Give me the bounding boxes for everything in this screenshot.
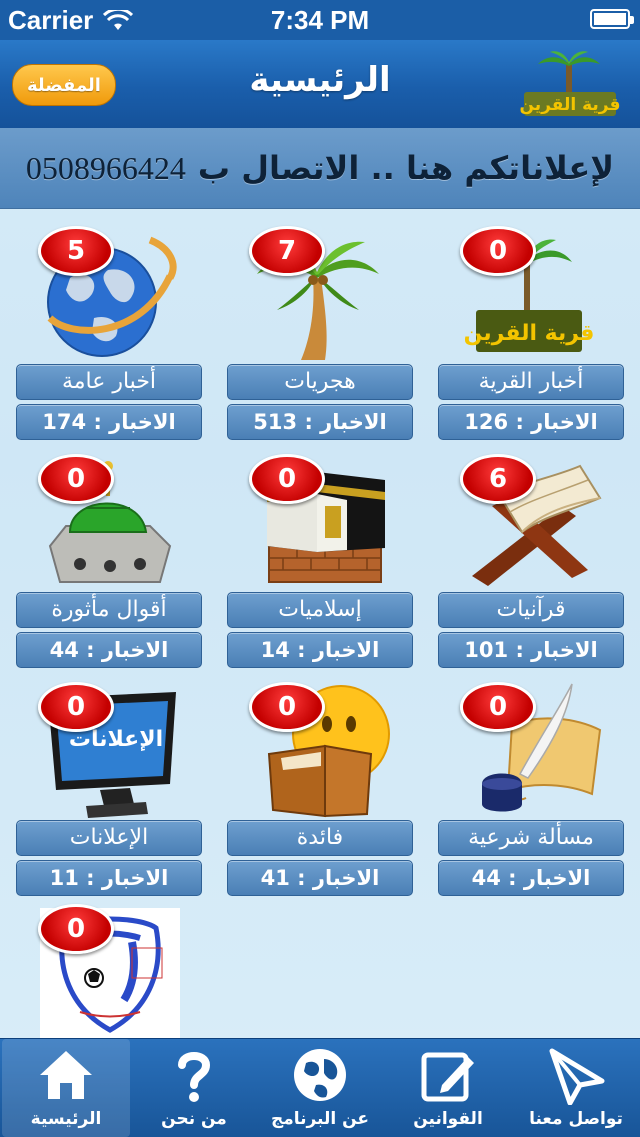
village-logo-text: قرية القرين	[464, 321, 595, 346]
tab-label: عن البرنامج	[270, 1109, 370, 1129]
edit-icon	[421, 1052, 474, 1102]
news-count: الاخبار : 41	[227, 860, 413, 896]
category-label: مسألة شرعية	[438, 820, 624, 856]
tab-bar: الرئيسية من نحن عن البرنامج القوانين توا…	[0, 1038, 640, 1137]
category-hijri[interactable]: 7 هجريات الاخبار : 513	[227, 208, 413, 440]
status-bar: Carrier 7:34 PM	[0, 0, 640, 40]
tab-about-app[interactable]: عن البرنامج	[256, 1039, 384, 1137]
category-benefit[interactable]: 0 فائدة الاخبار : 41	[227, 664, 413, 896]
clock: 7:34 PM	[270, 5, 370, 35]
battery-icon	[590, 9, 634, 29]
tab-home[interactable]: الرئيسية	[2, 1039, 130, 1137]
unread-badge: 7	[249, 226, 325, 276]
category-quran[interactable]: 6 قرآنيات الاخبار : 101	[438, 436, 624, 668]
unread-badge: 0	[249, 682, 325, 732]
news-count: الاخبار : 126	[438, 404, 624, 440]
globe-icon	[294, 1049, 346, 1101]
category-grid: 5 أخبار عامة الاخبار : 174 7 هجريات الاخ…	[0, 208, 640, 1038]
unread-badge: 0	[460, 226, 536, 276]
category-label: إسلاميات	[227, 592, 413, 628]
unread-badge: 5	[38, 226, 114, 276]
tab-label: القوانين	[413, 1109, 483, 1129]
news-count: الاخبار : 44	[16, 632, 202, 668]
home-icon	[40, 1051, 92, 1099]
tab-label: الرئيسية	[30, 1109, 102, 1129]
news-count: الاخبار : 174	[16, 404, 202, 440]
tab-contact[interactable]: تواصل معنا	[512, 1039, 640, 1137]
category-sayings[interactable]: 0 أقوال مأثورة الاخبار : 44	[16, 436, 202, 668]
category-label: أخبار عامة	[16, 364, 202, 400]
ad-banner[interactable]: 0508966424 لإعلاناتكم هنا .. الاتصال ب	[0, 128, 640, 209]
category-general-news[interactable]: 5 أخبار عامة الاخبار : 174	[16, 208, 202, 440]
category-label: أخبار القرية	[438, 364, 624, 400]
unread-badge: 0	[249, 454, 325, 504]
category-ads[interactable]: الإعلانات 0 الإعلانات الاخبار : 11	[16, 664, 202, 896]
ad-text: لإعلاناتكم هنا .. الاتصال ب	[197, 149, 615, 187]
category-islamic[interactable]: 0 إسلاميات الاخبار : 14	[227, 436, 413, 668]
news-count: الاخبار : 101	[438, 632, 624, 668]
category-label: الإعلانات	[16, 820, 202, 856]
logo-text: قرية القرين	[519, 95, 620, 115]
category-label: فائدة	[227, 820, 413, 856]
unread-badge: 0	[38, 682, 114, 732]
category-label: هجريات	[227, 364, 413, 400]
news-count: الاخبار : 14	[227, 632, 413, 668]
navigation-bar: المفضلة الرئيسية قرية القرين	[0, 40, 640, 129]
tab-label: من نحن	[161, 1109, 227, 1129]
category-fiqh-question[interactable]: 0 مسألة شرعية الاخبار : 44	[438, 664, 624, 896]
category-club[interactable]: 0	[24, 892, 184, 1038]
category-village-news[interactable]: قرية القرين 0 أخبار القرية الاخبار : 126	[438, 208, 624, 440]
unread-badge: 0	[38, 904, 114, 954]
village-logo: قرية القرين	[519, 51, 621, 116]
news-count: الاخبار : 11	[16, 860, 202, 896]
tab-about-us[interactable]: من نحن	[130, 1039, 258, 1137]
send-icon	[549, 1048, 605, 1105]
tab-label: تواصل معنا	[529, 1109, 623, 1129]
unread-badge: 6	[460, 454, 536, 504]
unread-badge: 0	[38, 454, 114, 504]
category-label: قرآنيات	[438, 592, 624, 628]
category-label: أقوال مأثورة	[16, 592, 202, 628]
question-icon	[178, 1052, 211, 1102]
unread-badge: 0	[460, 682, 536, 732]
news-count: الاخبار : 513	[227, 404, 413, 440]
tab-rules[interactable]: القوانين	[384, 1039, 512, 1137]
news-count: الاخبار : 44	[438, 860, 624, 896]
ad-phone: 0508966424	[25, 150, 186, 186]
